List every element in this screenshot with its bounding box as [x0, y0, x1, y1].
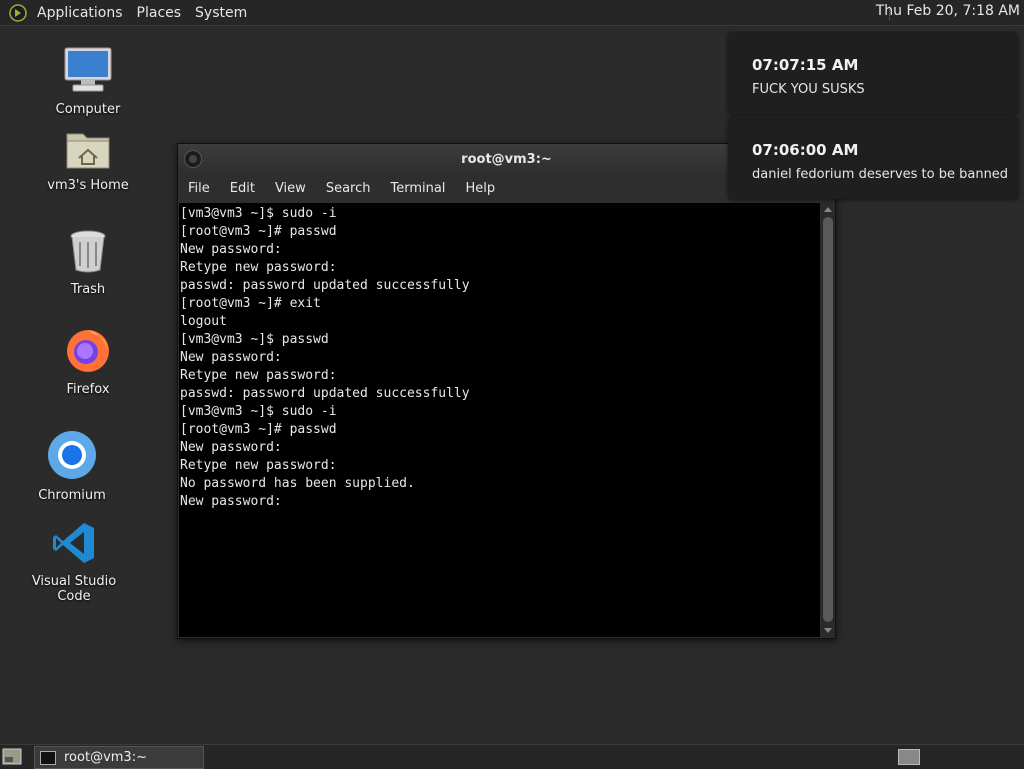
menu-edit[interactable]: Edit	[220, 181, 265, 196]
terminal-line: [vm3@vm3 ~]$ passwd	[180, 332, 329, 347]
bottom-panel: root@vm3:~	[0, 744, 1024, 769]
desktop-icon-firefox[interactable]: Firefox	[28, 326, 148, 397]
terminal-line: [root@vm3 ~]# passwd	[180, 422, 337, 437]
terminal-line: New password:	[180, 494, 282, 509]
desktop-icon-label: Trash	[70, 282, 106, 297]
menu-help[interactable]: Help	[455, 181, 505, 196]
firefox-icon	[67, 330, 109, 372]
scrollbar-thumb[interactable]	[823, 217, 833, 622]
desktop-icon-label: vm3's Home	[47, 178, 129, 193]
close-icon[interactable]	[184, 150, 202, 168]
notification-time: 07:07:15 AM	[752, 56, 859, 74]
system-menu[interactable]: System	[188, 5, 254, 21]
notification-2[interactable]: 07:06:00 AM daniel fedorium deserves to …	[728, 117, 1018, 199]
desktop-icon-label: Computer	[55, 102, 121, 117]
vscode-icon	[53, 523, 94, 563]
menu-search[interactable]: Search	[316, 181, 381, 196]
chromium-icon	[48, 431, 96, 479]
desktop-icon-chromium[interactable]: Chromium	[12, 430, 132, 503]
terminal-line: Retype new password:	[180, 458, 337, 473]
desktop-icon-vscode[interactable]: Visual Studio Code	[14, 520, 134, 604]
desktop-icon-label: Firefox	[66, 382, 110, 397]
terminal-scrollbar[interactable]	[821, 203, 835, 637]
window-title: root@vm3:~	[461, 151, 552, 167]
terminal-line: Retype new password:	[180, 368, 337, 383]
notification-message: daniel fedorium deserves to be banned	[752, 167, 1009, 182]
terminal-line: New password:	[180, 350, 282, 365]
trash-icon	[70, 230, 106, 273]
top-panel: Applications Places System Thu Feb 20, 7…	[0, 0, 1024, 26]
scroll-up-icon[interactable]	[824, 207, 832, 212]
show-desktop-icon[interactable]	[2, 748, 22, 765]
places-menu[interactable]: Places	[130, 5, 189, 21]
terminal-line: New password:	[180, 440, 282, 455]
scroll-down-icon[interactable]	[824, 628, 832, 633]
taskbar-item-terminal[interactable]: root@vm3:~	[34, 746, 204, 769]
notification-message: FUCK YOU SUSKS	[752, 82, 865, 97]
distro-logo-icon[interactable]	[8, 3, 28, 23]
desktop-icon-computer[interactable]: Computer	[28, 46, 148, 117]
terminal-line: [vm3@vm3 ~]$ sudo -i	[180, 206, 337, 221]
terminal-line: [root@vm3 ~]# passwd	[180, 224, 337, 239]
terminal-icon	[40, 750, 56, 765]
applications-menu[interactable]: Applications	[30, 5, 130, 21]
taskbar-item-label: root@vm3:~	[64, 750, 147, 765]
terminal-line: No password has been supplied.	[180, 476, 415, 491]
terminal-window[interactable]: root@vm3:~ File Edit View Search Termina…	[177, 143, 836, 639]
terminal-line: [vm3@vm3 ~]$ sudo -i	[180, 404, 337, 419]
computer-icon	[64, 47, 112, 92]
desktop-icon-label: Chromium	[38, 488, 106, 503]
clock[interactable]: Thu Feb 20, 7:18 AM	[876, 3, 1020, 19]
notification-1[interactable]: 07:07:15 AM FUCK YOU SUSKS	[728, 32, 1018, 114]
menu-terminal[interactable]: Terminal	[380, 181, 455, 196]
notification-time: 07:06:00 AM	[752, 141, 859, 159]
workspace-switcher[interactable]	[898, 749, 920, 765]
menu-file[interactable]: File	[178, 181, 220, 196]
terminal-line: logout	[180, 314, 227, 329]
terminal-output[interactable]: [vm3@vm3 ~]$ sudo -i [root@vm3 ~]# passwd…	[179, 203, 820, 637]
desktop-icon-trash[interactable]: Trash	[28, 228, 148, 297]
terminal-line: passwd: password updated successfully	[180, 278, 470, 293]
terminal-line: [root@vm3 ~]# exit	[180, 296, 321, 311]
terminal-line: Retype new password:	[180, 260, 337, 275]
desktop-icon-label: Visual Studio Code	[31, 574, 117, 604]
menu-view[interactable]: View	[265, 181, 316, 196]
home-folder-icon	[66, 133, 110, 169]
terminal-line: New password:	[180, 242, 282, 257]
terminal-line: passwd: password updated successfully	[180, 386, 470, 401]
desktop-icon-home[interactable]: vm3's Home	[28, 128, 148, 193]
